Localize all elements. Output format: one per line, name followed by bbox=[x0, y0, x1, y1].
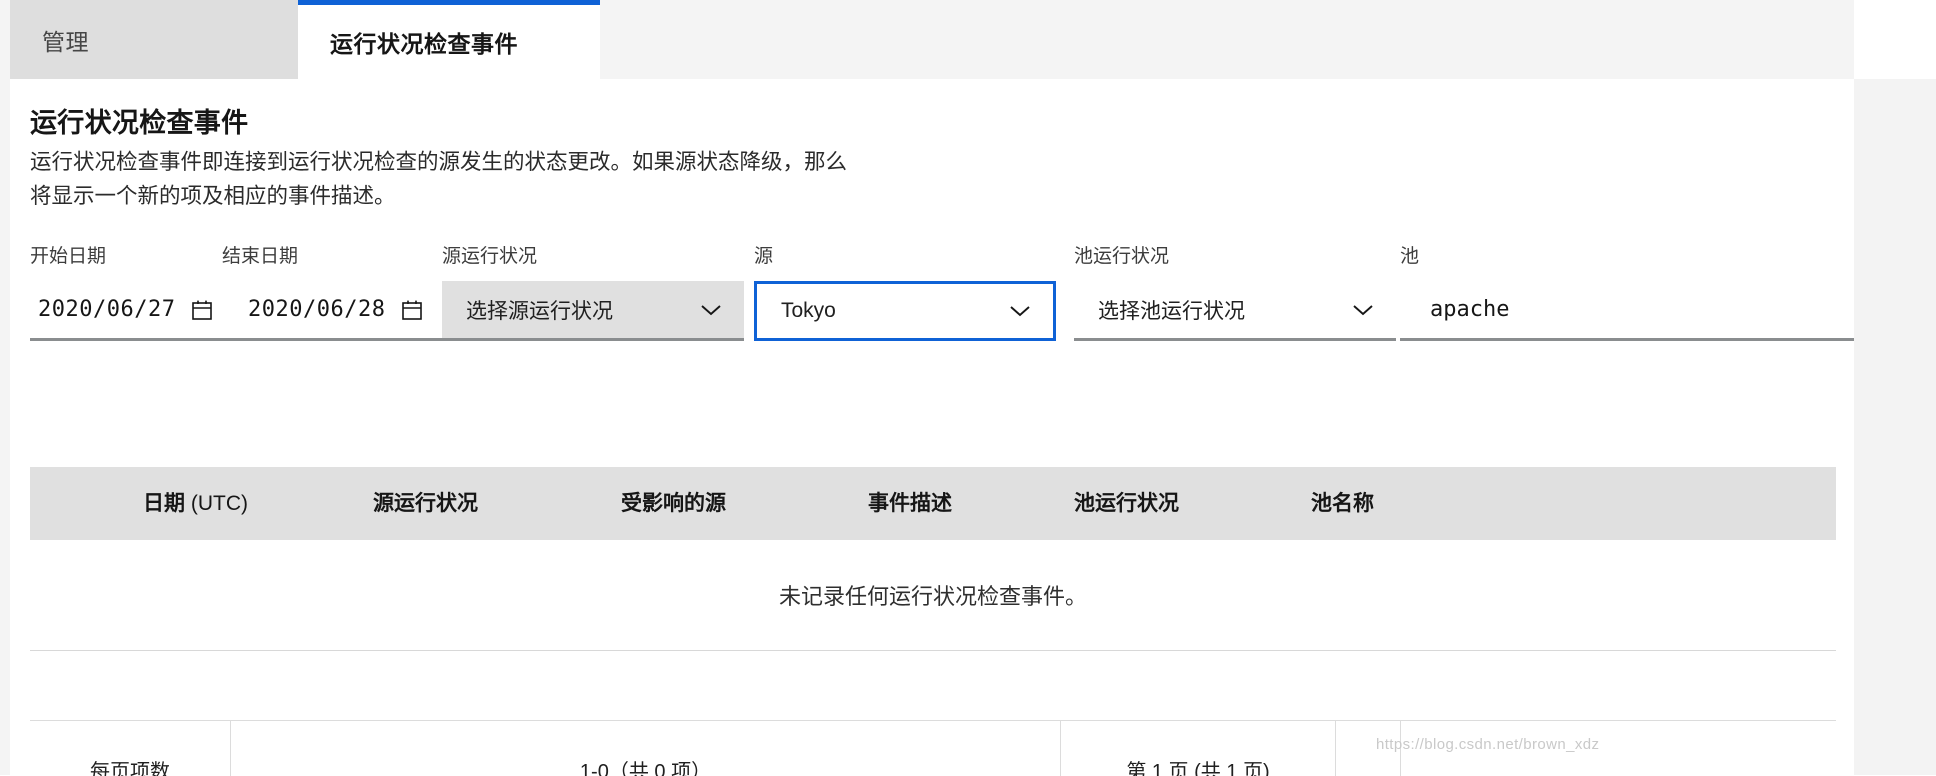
chevron-down-icon bbox=[1352, 303, 1374, 317]
pool-label: 池 bbox=[1400, 246, 1420, 267]
page-root: 管理 运行状况检查事件 运行状况检查事件 运行状况检查事件即连接到运行状况检查的… bbox=[0, 0, 1936, 776]
source-health-select[interactable]: 选择源运行状况 bbox=[442, 281, 744, 341]
page-description-line-1: 运行状况检查事件即连接到运行状况检查的源发生的状态更改。如果源状态降级，那么 bbox=[30, 150, 848, 174]
page-description-line-2: 将显示一个新的项及相应的事件描述。 bbox=[30, 184, 396, 208]
pagination-table: 每页项数 1-0（共 0 项） 第 1 页 (共 1 页) bbox=[30, 720, 1836, 776]
content-panel: 运行状况检查事件 运行状况检查事件即连接到运行状况检查的源发生的状态更改。如果源… bbox=[10, 79, 1854, 776]
right-scroll-gutter[interactable] bbox=[1854, 0, 1936, 775]
pool-health-label: 池运行状况 bbox=[1074, 246, 1170, 267]
source-label: 源 bbox=[754, 246, 774, 267]
start-date-value: 2020/06/27 bbox=[38, 297, 176, 322]
calendar-icon[interactable] bbox=[191, 299, 213, 321]
date-range-group: 2020/06/27 2020/06/28 bbox=[30, 281, 512, 341]
end-date-input[interactable]: 2020/06/28 bbox=[248, 281, 423, 338]
events-table-header: 日期 (UTC) 源运行状况 受影响的源 事件描述 池运行状况 池名称 bbox=[30, 467, 1836, 540]
chevron-down-icon bbox=[1009, 304, 1031, 318]
pagination-cell-items-per-page[interactable]: 每页项数 bbox=[30, 721, 230, 776]
start-date-input[interactable]: 2020/06/27 bbox=[38, 281, 213, 338]
source-select[interactable]: Tokyo bbox=[754, 281, 1056, 341]
page-description: 运行状况检查事件即连接到运行状况检查的源发生的状态更改。如果源状态降级，那么 将… bbox=[30, 145, 930, 213]
tab-management-label: 管理 bbox=[42, 28, 89, 55]
pool-health-select[interactable]: 选择池运行状况 bbox=[1074, 281, 1396, 341]
pagination-page-text: 第 1 页 (共 1 页) bbox=[1126, 761, 1270, 776]
column-header-pool-name: 池名称 bbox=[1311, 492, 1374, 515]
end-date-label: 结束日期 bbox=[222, 246, 299, 267]
pagination-prev-button[interactable] bbox=[1335, 721, 1400, 776]
tab-health-check-events[interactable]: 运行状况检查事件 bbox=[298, 0, 600, 79]
source-health-label: 源运行状况 bbox=[442, 246, 538, 267]
pagination-items-per-page-text: 每页项数 bbox=[90, 761, 170, 776]
pagination-next-button[interactable] bbox=[1400, 721, 1465, 776]
left-gutter bbox=[0, 0, 10, 775]
filter-bar: 开始日期 结束日期 2020/06/27 2020/06/28 源运行状况 选择… bbox=[10, 241, 1854, 351]
tab-health-check-events-label: 运行状况检查事件 bbox=[330, 31, 518, 57]
pagination-cell-page: 第 1 页 (共 1 页) bbox=[1060, 721, 1335, 776]
pagination-range-text: 1-0（共 0 项） bbox=[579, 761, 712, 776]
column-header-date-label: 日期 bbox=[143, 492, 185, 515]
column-header-affected-source: 受影响的源 bbox=[621, 492, 726, 515]
pool-health-value: 选择池运行状况 bbox=[1098, 299, 1245, 323]
tab-management[interactable]: 管理 bbox=[10, 0, 298, 79]
column-header-date-unit: (UTC) bbox=[185, 492, 248, 515]
column-header-event-description: 事件描述 bbox=[868, 492, 952, 515]
column-header-date: 日期 (UTC) bbox=[143, 467, 248, 540]
source-value: Tokyo bbox=[781, 299, 836, 322]
calendar-icon[interactable] bbox=[401, 299, 423, 321]
right-gutter-top-spacer bbox=[1854, 0, 1936, 79]
chevron-down-icon bbox=[700, 303, 722, 317]
pagination-cell-range: 1-0（共 0 项） bbox=[230, 721, 1060, 776]
start-date-label: 开始日期 bbox=[30, 246, 107, 267]
pool-input[interactable]: apache bbox=[1400, 281, 1854, 341]
column-header-source-health: 源运行状况 bbox=[373, 492, 478, 515]
page-title: 运行状况检查事件 bbox=[30, 108, 249, 138]
tab-strip: 管理 运行状况检查事件 bbox=[10, 0, 1864, 79]
events-table-empty-state: 未记录任何运行状况检查事件。 bbox=[30, 540, 1836, 651]
column-header-pool-health: 池运行状况 bbox=[1074, 492, 1179, 515]
source-health-value: 选择源运行状况 bbox=[466, 299, 613, 323]
pool-value: apache bbox=[1430, 297, 1510, 322]
empty-state-message: 未记录任何运行状况检查事件。 bbox=[778, 584, 1087, 609]
tab-strip-filler bbox=[600, 0, 1864, 79]
end-date-value: 2020/06/28 bbox=[248, 297, 386, 322]
